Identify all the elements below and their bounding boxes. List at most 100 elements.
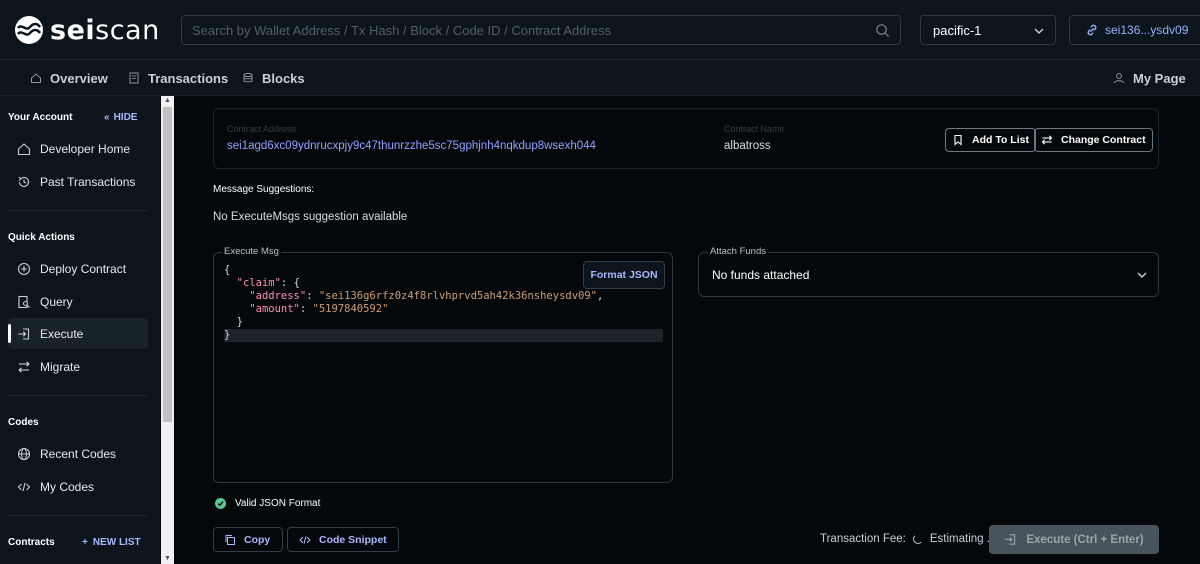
copy-button[interactable]: Copy (213, 527, 284, 552)
no-suggestions-text: No ExecuteMsgs suggestion available (213, 211, 408, 223)
code-icon (299, 535, 311, 544)
sei-logo-icon (15, 16, 43, 44)
sidebar-item-label: My Codes (40, 479, 95, 494)
swap-icon (1041, 135, 1053, 145)
hide-sidebar-label: HIDE (113, 112, 138, 123)
network-select-value: pacific-1 (933, 22, 982, 38)
network-select[interactable]: pacific-1 (920, 15, 1056, 45)
contract-name: albatross (724, 140, 771, 152)
sidebar-item-label: Recent Codes (40, 446, 117, 461)
logo-text-sei: sei (50, 14, 96, 46)
sidebar-item-developer-home[interactable]: Developer Home (8, 133, 148, 164)
plus-circle-icon (17, 262, 31, 275)
wallet-address: sei136...ysdv09 (1105, 23, 1189, 37)
login-icon (18, 327, 30, 340)
code-key-address: "address" (249, 290, 307, 302)
nav-transactions[interactable]: Transactions (128, 60, 228, 96)
nav-overview-label: Overview (50, 70, 108, 86)
sidebar-item-execute[interactable]: Execute (8, 318, 148, 349)
sidebar-divider (8, 395, 148, 396)
plus-icon: + (82, 537, 88, 548)
execute-button-label: Execute (Ctrl + Enter) (1026, 533, 1144, 546)
globe-icon (17, 447, 31, 460)
double-chevron-left-icon: « (104, 112, 110, 123)
attach-funds-label: Attach Funds (708, 246, 768, 257)
migrate-icon (18, 360, 30, 373)
home-icon (31, 73, 41, 83)
execute-msg-label: Execute Msg (222, 246, 281, 257)
scrollbar-thumb[interactable] (163, 107, 172, 422)
nav-overview[interactable]: Overview (30, 60, 108, 96)
hide-sidebar-button[interactable]: « HIDE (104, 112, 137, 123)
code-icon (17, 482, 31, 491)
nav-my-page[interactable]: My Page (1113, 60, 1186, 96)
seiscan-logo[interactable]: seiscan (14, 14, 160, 46)
format-json-button[interactable]: Format JSON (583, 261, 665, 289)
blocks-icon (243, 72, 253, 83)
logo-text-scan: scan (95, 14, 160, 46)
history-icon (18, 176, 30, 187)
code-brace: } (236, 316, 243, 328)
section-title-your-account: Your Account (8, 112, 73, 123)
nav-blocks[interactable]: Blocks (242, 60, 305, 96)
sidebar-item-label: Past Transactions (40, 174, 136, 189)
search-icon[interactable] (875, 23, 890, 38)
loading-spinner-icon (912, 534, 923, 544)
new-list-label: NEW LIST (92, 537, 141, 548)
sidebar-scrollbar[interactable]: ▲ ▼ (161, 96, 174, 564)
wallet-button[interactable]: sei136...ysdv09 (1069, 15, 1200, 45)
link-icon (1087, 24, 1097, 36)
sidebar-divider (8, 515, 148, 516)
execute-button[interactable]: Execute (Ctrl + Enter) (989, 525, 1159, 554)
copy-icon (225, 534, 235, 545)
bookmark-icon (954, 134, 962, 146)
contract-name-label: Contract Name (724, 124, 785, 134)
change-contract-button[interactable]: Change Contract (1034, 128, 1153, 152)
code-snippet-label: Code Snippet (319, 533, 387, 546)
section-title-quick-actions: Quick Actions (8, 232, 75, 243)
code-value-address: "sei136g6rfz0z4f8rlvhprvd5ah42k36nsheysd… (318, 290, 598, 302)
sidebar-item-my-codes[interactable]: My Codes (8, 471, 148, 502)
transaction-fee-label: Transaction Fee: (820, 533, 906, 545)
search-input[interactable] (182, 16, 900, 44)
check-circle-icon (215, 498, 226, 509)
sidebar-item-label: Deploy Contract (40, 261, 127, 276)
nav-blocks-label: Blocks (262, 70, 305, 86)
sidebar-item-migrate[interactable]: Migrate (8, 351, 148, 382)
new-list-button[interactable]: + NEW LIST (82, 537, 141, 548)
sidebar-item-recent-codes[interactable]: Recent Codes (8, 438, 148, 469)
main-nav: Overview Transactions Blocks My Page (0, 60, 1200, 96)
attach-funds-select[interactable]: No funds attached (698, 252, 1159, 297)
json-valid-status: Valid JSON Format (215, 498, 320, 509)
section-title-codes: Codes (8, 417, 39, 428)
search-document-icon (18, 295, 30, 308)
code-key-claim: "claim" (236, 277, 281, 289)
top-header: seiscan pacific-1 sei136...ysdv09 (0, 0, 1200, 60)
sidebar: Your Account « HIDE Developer Home Past … (0, 96, 160, 564)
sidebar-item-query[interactable]: Query (8, 286, 148, 317)
nav-my-page-label: My Page (1133, 70, 1186, 86)
code-value-amount: "5197840592" (312, 303, 389, 315)
chevron-down-icon (1034, 28, 1044, 34)
contract-info-panel: Contract Address sei1agd6xc09ydnrucxpjy9… (213, 108, 1159, 169)
sidebar-item-past-transactions[interactable]: Past Transactions (8, 166, 148, 197)
sidebar-item-deploy-contract[interactable]: Deploy Contract (8, 253, 148, 284)
transaction-fee-value: Estimating ... (929, 533, 997, 545)
add-to-list-button[interactable]: Add To List (945, 128, 1036, 152)
json-valid-text: Valid JSON Format (235, 498, 321, 509)
contract-address[interactable]: sei1agd6xc09ydnrucxpjy9c47thunrzzhe5sc75… (227, 140, 596, 152)
change-contract-label: Change Contract (1061, 134, 1146, 146)
code-snippet-button[interactable]: Code Snippet (287, 527, 399, 552)
search-bar (181, 15, 901, 45)
scroll-up-arrow-icon[interactable]: ▲ (163, 97, 172, 105)
contract-address-label: Contract Address (227, 124, 297, 134)
sidebar-item-label: Execute (40, 326, 84, 341)
code-brace: { (224, 264, 231, 276)
add-to-list-label: Add To List (972, 134, 1029, 146)
code-punct: : { (280, 277, 300, 289)
transaction-fee: Transaction Fee: Estimating ... (820, 533, 996, 545)
copy-label: Copy (244, 533, 271, 546)
sidebar-item-label: Query (40, 294, 73, 309)
scroll-down-arrow-icon[interactable]: ▼ (163, 555, 172, 563)
home-icon (17, 142, 31, 155)
